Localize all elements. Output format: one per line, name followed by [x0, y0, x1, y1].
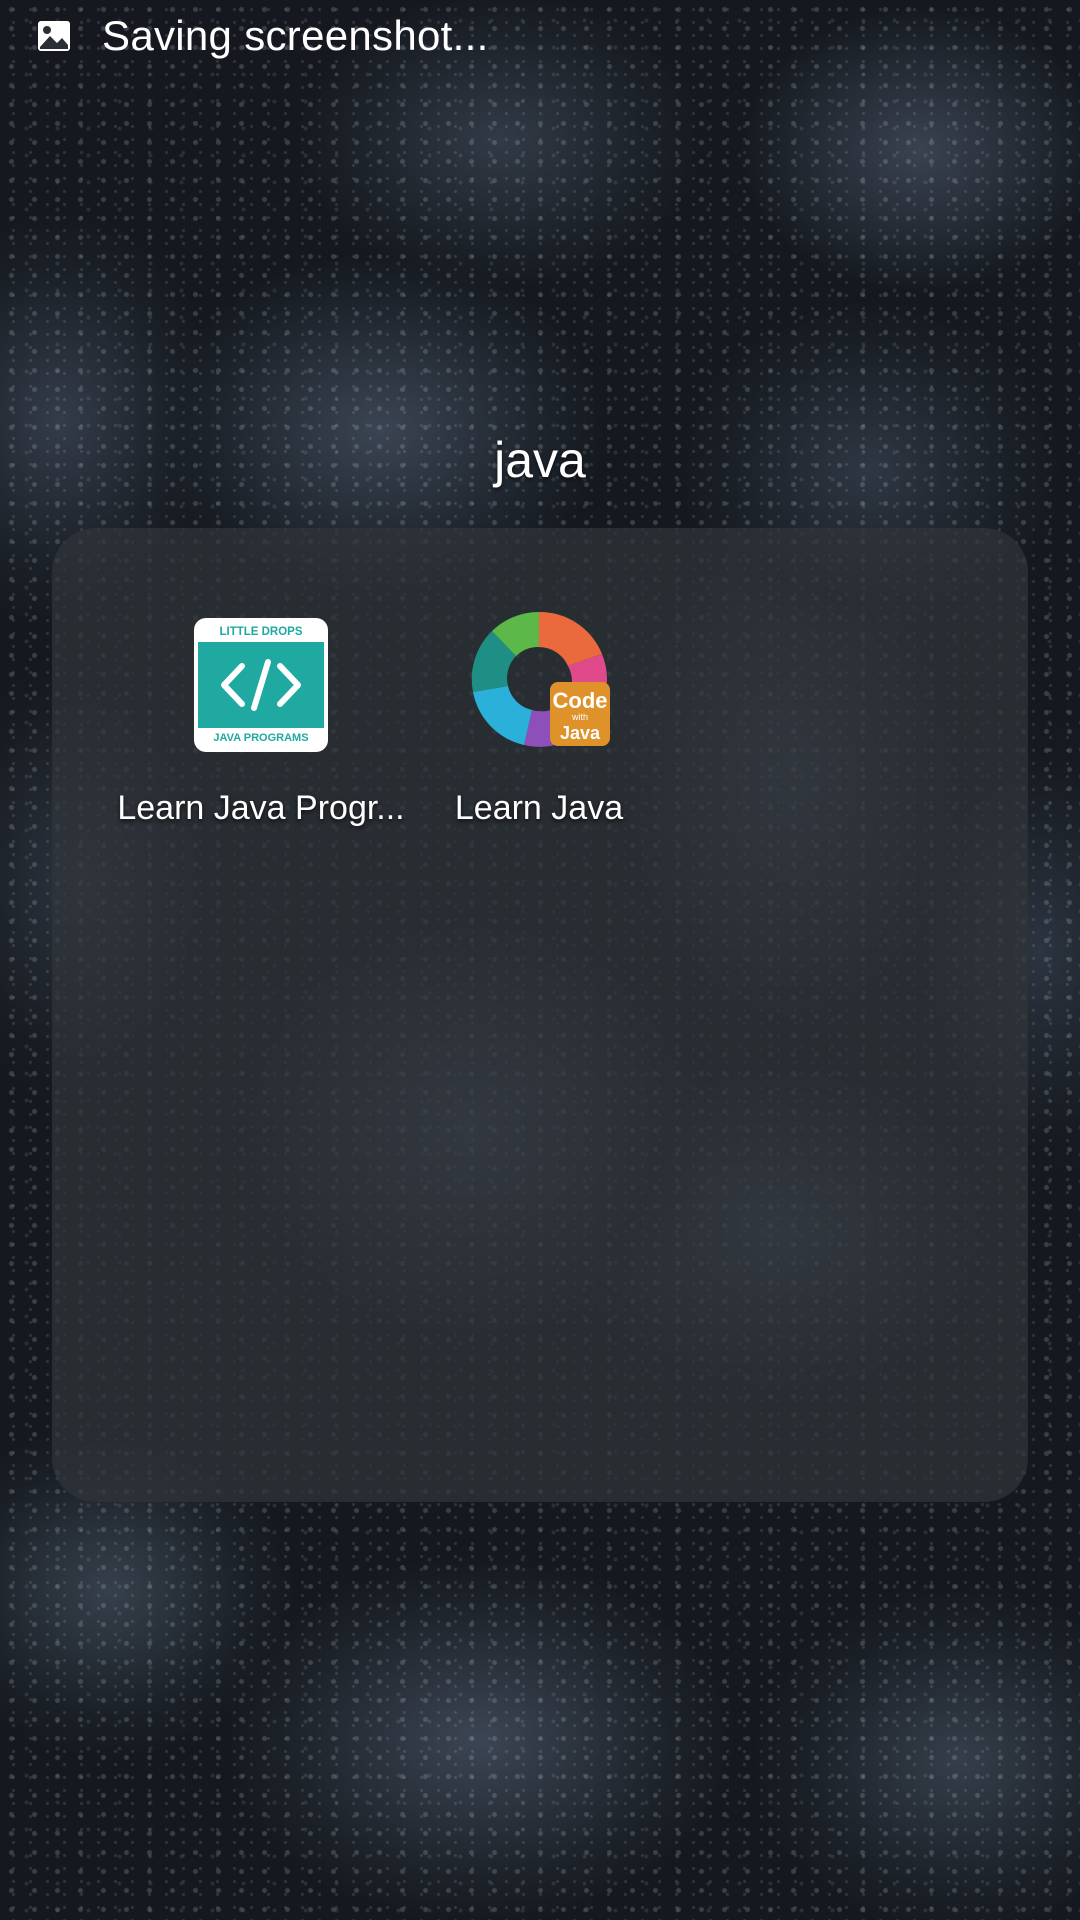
little-drops-icon[interactable]: LITTLE DROPS JAVA PROGRAMS: [186, 604, 336, 754]
icon-text-top: LITTLE DROPS: [219, 626, 303, 638]
app-label: Learn Java Progr...: [117, 789, 405, 827]
status-bar: Saving screenshot...: [0, 0, 1080, 72]
app-learn-java-programs[interactable]: LITTLE DROPS JAVA PROGRAMS Learn Java Pr…: [116, 604, 406, 830]
code-brackets-icon: [221, 659, 301, 711]
image-icon: [36, 18, 72, 54]
icon-text-sub: Java: [560, 723, 601, 743]
app-label: Learn Java: [454, 789, 624, 827]
folder-title[interactable]: java: [0, 425, 1080, 495]
app-learn-java[interactable]: Code with Java Learn Java: [394, 604, 684, 830]
status-notification-text: Saving screenshot...: [102, 12, 489, 59]
code-with-java-icon[interactable]: Code with Java: [464, 604, 614, 754]
icon-text-small: with: [571, 712, 588, 722]
icon-text-bottom: JAVA PROGRAMS: [213, 732, 309, 744]
icon-text-main: Code: [553, 688, 608, 713]
